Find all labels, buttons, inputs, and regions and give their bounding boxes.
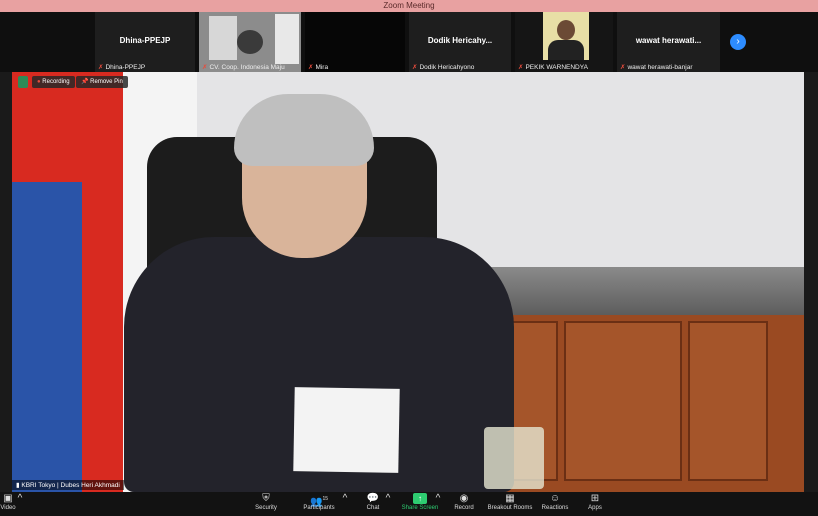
chevron-up-icon: ^ [342, 493, 348, 504]
chat-caret[interactable]: ^ [384, 493, 392, 515]
video-button[interactable]: ▣ Video [0, 493, 16, 515]
recording-indicator[interactable]: ● Recording [32, 76, 75, 88]
participant-tile[interactable]: ✗ PEKIK WARNENDYA [515, 12, 615, 72]
chat-icon: 💬 [366, 493, 380, 504]
paper-sheet [293, 387, 400, 473]
participant-tile[interactable]: ✗ CV. Coop. Indonesia Maju [199, 12, 303, 72]
breakout-grid-icon: ▦ [505, 493, 515, 504]
muted-mic-icon: ✗ [308, 64, 314, 71]
meeting-toolbar: ▣ Video ^ ⛨ Security 👥15 Participants ^ 💬 Ch… [0, 492, 818, 516]
participant-name: wawat herawati... [635, 36, 702, 45]
participant-caption: ✗ Mira [308, 64, 329, 71]
participants-caret[interactable]: ^ [341, 493, 349, 515]
record-button[interactable]: ◉ Record [452, 493, 476, 515]
participant-tile[interactable]: ✗ Mira [305, 12, 407, 72]
participant-caption: ✗ Dhina-PPEJP [98, 64, 146, 71]
participant-tile[interactable]: Dhina-PPEJP ✗ Dhina-PPEJP [95, 12, 197, 72]
participant-tile[interactable]: wawat herawati... ✗ wawat herawati-banjar [617, 12, 722, 72]
record-dot-icon: ● [37, 79, 41, 85]
apps-button[interactable]: ⊞ Apps [585, 493, 605, 515]
muted-mic-icon: ✗ [518, 64, 524, 71]
video-options-caret[interactable]: ^ [16, 493, 24, 515]
muted-mic-icon: ✗ [98, 64, 104, 71]
participant-name: Dodik Hericahy... [427, 36, 493, 45]
chevron-up-icon: ^ [435, 493, 441, 504]
security-button[interactable]: ⛨ Security [250, 493, 282, 515]
window-title: Zoom Meeting [0, 0, 818, 12]
record-icon: ◉ [459, 493, 469, 504]
camera-icon: ▣ [3, 493, 13, 504]
chevron-up-icon: ^ [17, 493, 23, 504]
participant-caption: ✗ Dodik Hericahyono [412, 64, 475, 71]
participant-caption: ✗ PEKIK WARNENDYA [518, 64, 588, 71]
share-screen-icon: ↑ [413, 493, 427, 504]
participant-name: Dhina-PPEJP [119, 36, 171, 45]
speaker-name-label: ▮ KBRI Tokyo | Dubes Heri Akhmadi [12, 480, 124, 490]
participant-strip: Dhina-PPEJP ✗ Dhina-PPEJP ✗ CV. Coop. Indo… [0, 12, 818, 72]
next-page-button[interactable]: › [730, 34, 746, 50]
active-speaker-video: ● Recording 📌 Remove Pin ▮ KBRI Tokyo | … [12, 72, 804, 492]
apps-icon: ⊞ [590, 493, 600, 504]
remove-pin-button[interactable]: 📌 Remove Pin [76, 76, 128, 88]
people-icon: 👥15 [309, 496, 328, 508]
participant-caption: ✗ wawat herawati-banjar [620, 64, 693, 71]
participants-button[interactable]: 👥15 Participants [300, 493, 338, 515]
chevron-up-icon: ^ [385, 493, 391, 504]
water-glass [484, 427, 544, 489]
smiley-icon: ☺ [549, 493, 561, 504]
breakout-rooms-button[interactable]: ▦ Breakout Rooms [487, 493, 533, 515]
signal-icon: ▮ [16, 482, 20, 489]
chevron-right-icon: › [736, 36, 740, 47]
shield-icon[interactable] [18, 76, 28, 88]
share-caret[interactable]: ^ [434, 493, 442, 515]
muted-mic-icon: ✗ [202, 64, 208, 71]
reactions-button[interactable]: ☺ Reactions [540, 493, 570, 515]
shield-icon: ⛨ [262, 493, 270, 504]
muted-mic-icon: ✗ [620, 64, 626, 71]
chat-button[interactable]: 💬 Chat [362, 493, 384, 515]
flag-blue-band [12, 182, 82, 492]
pin-icon: 📌 [81, 79, 89, 85]
muted-mic-icon: ✗ [412, 64, 418, 71]
speaker-hair [234, 94, 374, 166]
participant-tile[interactable]: Dodik Hericahy... ✗ Dodik Hericahyono [409, 12, 513, 72]
participant-caption: ✗ CV. Coop. Indonesia Maju [202, 64, 285, 71]
